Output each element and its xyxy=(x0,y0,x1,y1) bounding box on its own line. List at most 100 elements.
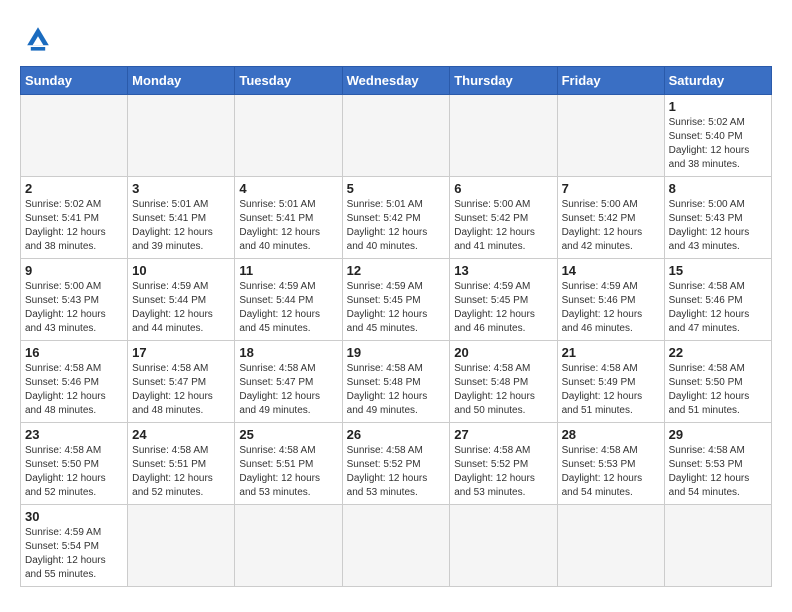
day-number: 5 xyxy=(347,181,446,196)
calendar-day-cell: 5 Sunrise: 5:01 AM Sunset: 5:42 PM Daylig… xyxy=(342,177,450,259)
day-info: Sunrise: 4:58 AM Sunset: 5:53 PM Dayligh… xyxy=(562,444,660,500)
day-info: Sunrise: 4:58 AM Sunset: 5:50 PM Dayligh… xyxy=(669,362,767,418)
calendar-week-row: 9Sunrise: 5:00 AM Sunset: 5:43 PM Daylig… xyxy=(21,259,772,341)
day-number: 29 xyxy=(669,427,767,442)
calendar-day-cell xyxy=(342,505,450,587)
day-number: 26 xyxy=(347,427,446,442)
day-number: 21 xyxy=(562,345,660,360)
day-of-week-header: Sunday xyxy=(21,67,128,95)
calendar-day-cell: 2Sunrise: 5:02 AM Sunset: 5:41 PM Daylig… xyxy=(21,177,128,259)
day-number: 24 xyxy=(132,427,230,442)
calendar-day-cell: 24Sunrise: 4:58 AM Sunset: 5:51 PM Dayli… xyxy=(128,423,235,505)
day-info: Sunrise: 5:00 AM Sunset: 5:43 PM Dayligh… xyxy=(25,280,123,336)
day-info: Sunrise: 5:00 AM Sunset: 5:42 PM Dayligh… xyxy=(562,198,660,254)
calendar-day-cell: 14Sunrise: 4:59 AM Sunset: 5:46 PM Dayli… xyxy=(557,259,664,341)
day-number: 23 xyxy=(25,427,123,442)
calendar-day-cell: 8 Sunrise: 5:00 AM Sunset: 5:43 PM Daylig… xyxy=(664,177,771,259)
day-number: 30 xyxy=(25,509,123,524)
day-number: 8 xyxy=(669,181,767,196)
day-number: 27 xyxy=(454,427,552,442)
day-info: Sunrise: 4:58 AM Sunset: 5:47 PM Dayligh… xyxy=(132,362,230,418)
day-info: Sunrise: 4:59 AM Sunset: 5:44 PM Dayligh… xyxy=(239,280,337,336)
day-info: Sunrise: 4:58 AM Sunset: 5:49 PM Dayligh… xyxy=(562,362,660,418)
calendar-week-row: 2Sunrise: 5:02 AM Sunset: 5:41 PM Daylig… xyxy=(21,177,772,259)
day-info: Sunrise: 5:00 AM Sunset: 5:43 PM Dayligh… xyxy=(669,198,767,254)
calendar-day-cell xyxy=(557,505,664,587)
day-info: Sunrise: 5:01 AM Sunset: 5:42 PM Dayligh… xyxy=(347,198,446,254)
day-info: Sunrise: 5:01 AM Sunset: 5:41 PM Dayligh… xyxy=(239,198,337,254)
day-info: Sunrise: 4:58 AM Sunset: 5:51 PM Dayligh… xyxy=(239,444,337,500)
calendar-header-row: SundayMondayTuesdayWednesdayThursdayFrid… xyxy=(21,67,772,95)
day-info: Sunrise: 4:58 AM Sunset: 5:53 PM Dayligh… xyxy=(669,444,767,500)
calendar-week-row: 1Sunrise: 5:02 AM Sunset: 5:40 PM Daylig… xyxy=(21,95,772,177)
calendar-day-cell xyxy=(664,505,771,587)
calendar-day-cell xyxy=(342,95,450,177)
calendar-day-cell: 27 Sunrise: 4:58 AM Sunset: 5:52 PM Dayli… xyxy=(450,423,557,505)
calendar-day-cell: 30 Sunrise: 4:59 AM Sunset: 5:54 PM Dayli… xyxy=(21,505,128,587)
day-info: Sunrise: 4:59 AM Sunset: 5:44 PM Dayligh… xyxy=(132,280,230,336)
calendar-day-cell: 25 Sunrise: 4:58 AM Sunset: 5:51 PM Dayli… xyxy=(235,423,342,505)
logo-icon xyxy=(20,20,56,56)
day-info: Sunrise: 4:59 AM Sunset: 5:46 PM Dayligh… xyxy=(562,280,660,336)
day-info: Sunrise: 4:58 AM Sunset: 5:46 PM Dayligh… xyxy=(25,362,123,418)
logo xyxy=(20,20,60,56)
calendar-day-cell xyxy=(21,95,128,177)
day-number: 17 xyxy=(132,345,230,360)
calendar-day-cell: 28 Sunrise: 4:58 AM Sunset: 5:53 PM Dayli… xyxy=(557,423,664,505)
calendar-day-cell: 20 Sunrise: 4:58 AM Sunset: 5:48 PM Dayli… xyxy=(450,341,557,423)
day-info: Sunrise: 5:01 AM Sunset: 5:41 PM Dayligh… xyxy=(132,198,230,254)
day-info: Sunrise: 4:58 AM Sunset: 5:48 PM Dayligh… xyxy=(347,362,446,418)
calendar-week-row: 30 Sunrise: 4:59 AM Sunset: 5:54 PM Dayli… xyxy=(21,505,772,587)
day-info: Sunrise: 4:59 AM Sunset: 5:45 PM Dayligh… xyxy=(347,280,446,336)
day-of-week-header: Thursday xyxy=(450,67,557,95)
calendar-day-cell: 12 Sunrise: 4:59 AM Sunset: 5:45 PM Dayli… xyxy=(342,259,450,341)
day-number: 1 xyxy=(669,99,767,114)
calendar-day-cell: 1Sunrise: 5:02 AM Sunset: 5:40 PM Daylig… xyxy=(664,95,771,177)
calendar-day-cell xyxy=(557,95,664,177)
day-info: Sunrise: 4:58 AM Sunset: 5:48 PM Dayligh… xyxy=(454,362,552,418)
calendar-day-cell: 13 Sunrise: 4:59 AM Sunset: 5:45 PM Dayli… xyxy=(450,259,557,341)
day-number: 18 xyxy=(239,345,337,360)
day-info: Sunrise: 4:58 AM Sunset: 5:47 PM Dayligh… xyxy=(239,362,337,418)
calendar-day-cell: 10Sunrise: 4:59 AM Sunset: 5:44 PM Dayli… xyxy=(128,259,235,341)
day-of-week-header: Tuesday xyxy=(235,67,342,95)
calendar-day-cell xyxy=(450,95,557,177)
day-number: 15 xyxy=(669,263,767,278)
day-number: 6 xyxy=(454,181,552,196)
day-number: 2 xyxy=(25,181,123,196)
day-number: 25 xyxy=(239,427,337,442)
day-of-week-header: Wednesday xyxy=(342,67,450,95)
calendar-day-cell: 9Sunrise: 5:00 AM Sunset: 5:43 PM Daylig… xyxy=(21,259,128,341)
calendar-day-cell xyxy=(450,505,557,587)
calendar-day-cell: 19 Sunrise: 4:58 AM Sunset: 5:48 PM Dayli… xyxy=(342,341,450,423)
calendar-day-cell xyxy=(235,95,342,177)
day-number: 28 xyxy=(562,427,660,442)
day-info: Sunrise: 4:58 AM Sunset: 5:46 PM Dayligh… xyxy=(669,280,767,336)
day-number: 19 xyxy=(347,345,446,360)
day-info: Sunrise: 4:58 AM Sunset: 5:52 PM Dayligh… xyxy=(347,444,446,500)
calendar-day-cell: 26 Sunrise: 4:58 AM Sunset: 5:52 PM Dayli… xyxy=(342,423,450,505)
calendar-day-cell: 23Sunrise: 4:58 AM Sunset: 5:50 PM Dayli… xyxy=(21,423,128,505)
calendar-day-cell: 11Sunrise: 4:59 AM Sunset: 5:44 PM Dayli… xyxy=(235,259,342,341)
day-number: 13 xyxy=(454,263,552,278)
calendar-day-cell: 6Sunrise: 5:00 AM Sunset: 5:42 PM Daylig… xyxy=(450,177,557,259)
calendar-day-cell: 7Sunrise: 5:00 AM Sunset: 5:42 PM Daylig… xyxy=(557,177,664,259)
day-of-week-header: Monday xyxy=(128,67,235,95)
day-of-week-header: Friday xyxy=(557,67,664,95)
page-header xyxy=(20,20,772,56)
calendar-day-cell: 22 Sunrise: 4:58 AM Sunset: 5:50 PM Dayli… xyxy=(664,341,771,423)
day-info: Sunrise: 4:59 AM Sunset: 5:54 PM Dayligh… xyxy=(25,526,123,582)
day-info: Sunrise: 4:59 AM Sunset: 5:45 PM Dayligh… xyxy=(454,280,552,336)
day-number: 22 xyxy=(669,345,767,360)
day-number: 3 xyxy=(132,181,230,196)
day-number: 20 xyxy=(454,345,552,360)
calendar-day-cell: 18 Sunrise: 4:58 AM Sunset: 5:47 PM Dayli… xyxy=(235,341,342,423)
calendar-day-cell: 29 Sunrise: 4:58 AM Sunset: 5:53 PM Dayli… xyxy=(664,423,771,505)
calendar-day-cell: 15 Sunrise: 4:58 AM Sunset: 5:46 PM Dayli… xyxy=(664,259,771,341)
day-info: Sunrise: 4:58 AM Sunset: 5:52 PM Dayligh… xyxy=(454,444,552,500)
calendar-day-cell: 4Sunrise: 5:01 AM Sunset: 5:41 PM Daylig… xyxy=(235,177,342,259)
calendar-day-cell: 16Sunrise: 4:58 AM Sunset: 5:46 PM Dayli… xyxy=(21,341,128,423)
calendar-day-cell xyxy=(128,505,235,587)
calendar-day-cell: 17 Sunrise: 4:58 AM Sunset: 5:47 PM Dayli… xyxy=(128,341,235,423)
day-number: 12 xyxy=(347,263,446,278)
